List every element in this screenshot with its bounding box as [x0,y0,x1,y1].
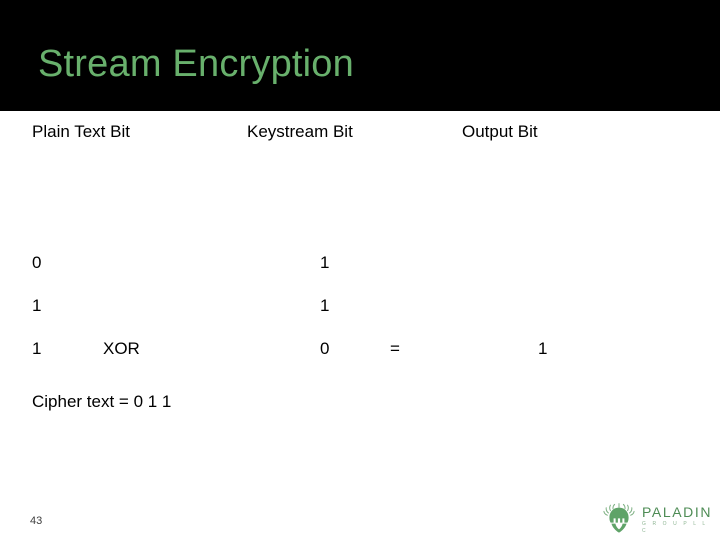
column-header-plain-text-bit: Plain Text Bit [32,122,130,141]
xor-operator-label: XOR [103,339,140,358]
paladin-logo-text: PALADIN G R O U P L L C [642,505,712,535]
page-number: 43 [30,515,43,527]
table-row: 0 [320,339,330,358]
table-row: 1 [538,339,548,358]
logo-tagline: G R O U P L L C [642,521,708,534]
cipher-text-result: Cipher text = 0 1 1 [32,392,172,411]
logo-wordmark: PALADIN [642,504,713,520]
table-row: 1 [320,253,330,272]
page-title: Stream Encryption [38,43,354,85]
table-row: 0 [32,253,42,272]
column-header-output-bit: Output Bit [462,122,538,141]
table-row: 1 [32,296,42,315]
slide-stream-encryption: Stream Encryption Plain Text Bit Keystre… [0,0,720,540]
table-row: 1 [320,296,330,315]
paladin-logo: PALADIN G R O U P L L C [602,501,710,535]
table-row: 1 [32,339,42,358]
column-header-keystream-bit: Keystream Bit [247,122,353,141]
content-table: Plain Text Bit Keystream Bit Output Bit … [0,111,720,471]
title-band: Stream Encryption [0,0,720,111]
equals-operator-label: = [390,339,400,358]
paladin-helmet-icon [603,503,635,533]
